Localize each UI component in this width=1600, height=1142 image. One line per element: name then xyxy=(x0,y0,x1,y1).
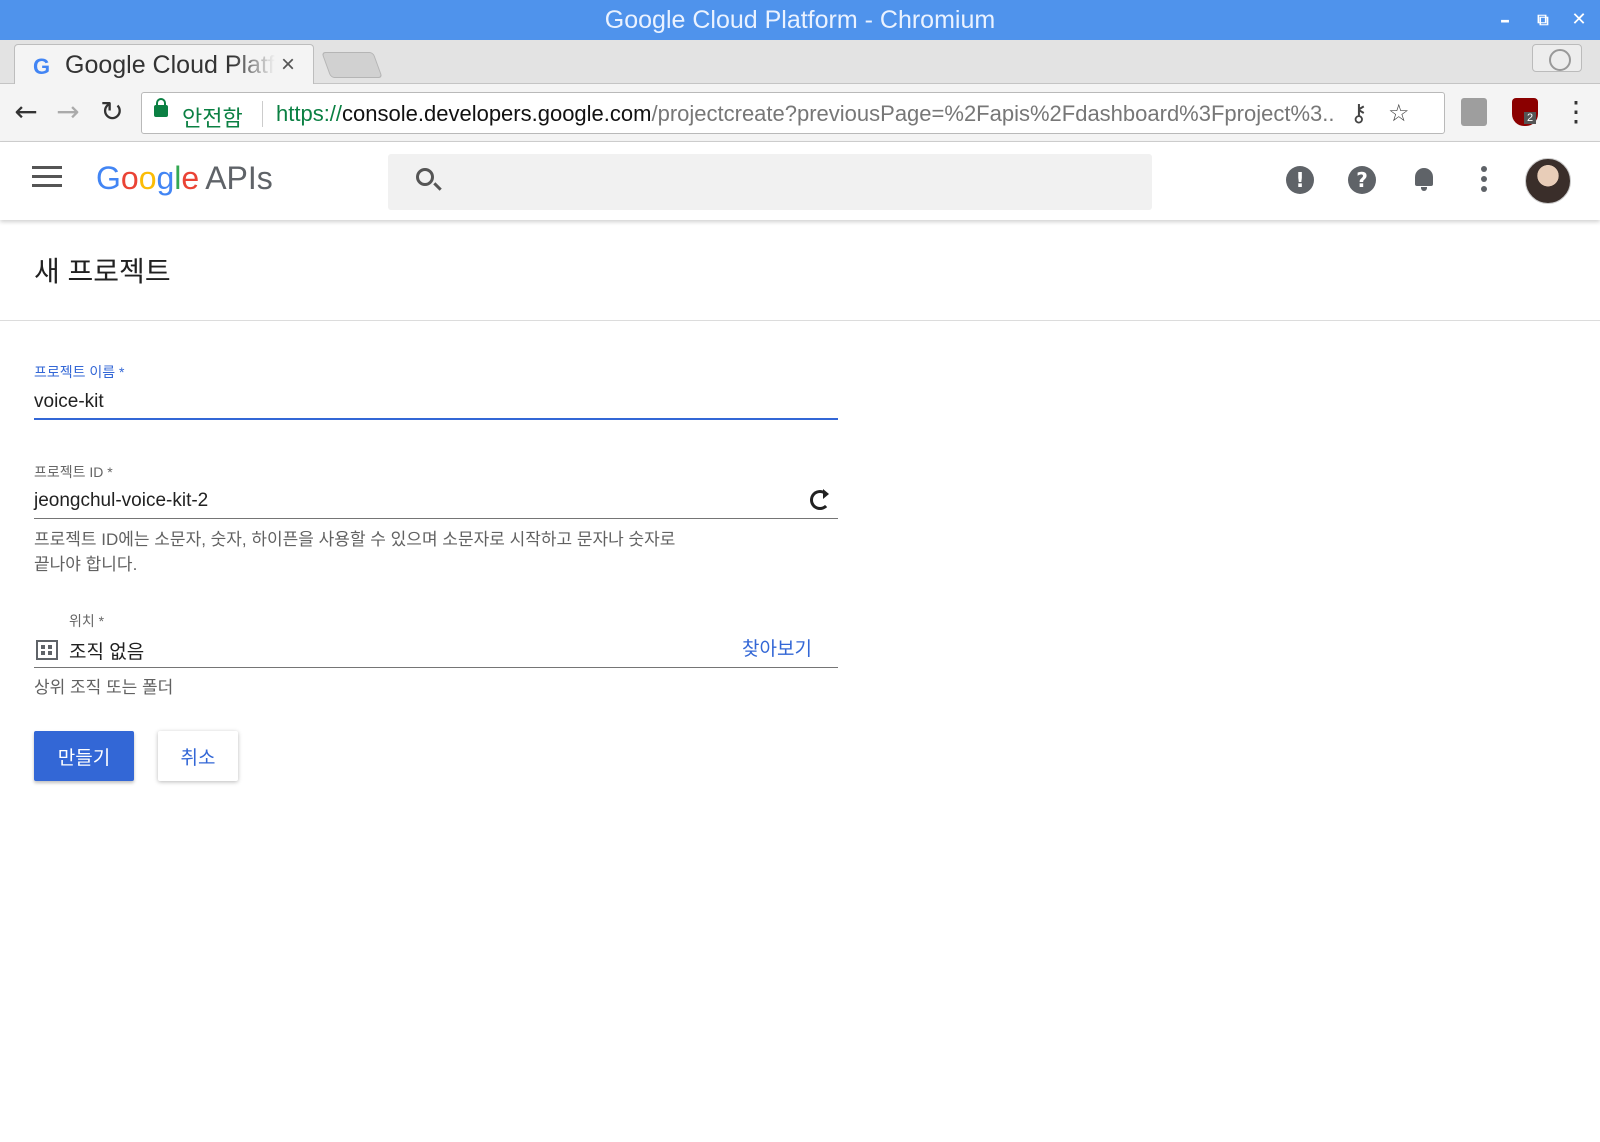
search-bar[interactable] xyxy=(388,154,1152,210)
ublock-icon[interactable]: 2 xyxy=(1512,98,1538,126)
page-title: 새 프로젝트 xyxy=(34,256,171,287)
avatar[interactable] xyxy=(1525,158,1571,204)
new-tab-button[interactable] xyxy=(321,52,383,78)
hamburger-menu-icon[interactable] xyxy=(32,166,62,190)
logo-letter: o xyxy=(120,160,139,196)
project-name-label: 프로젝트 이름 * xyxy=(34,364,125,380)
logo-letter: e xyxy=(181,160,200,196)
ublock-badge: 2 xyxy=(1524,112,1537,124)
address-bar[interactable]: 안전함 https://console.developers.google.co… xyxy=(141,92,1445,134)
url-text[interactable]: https://console.developers.google.com/pr… xyxy=(276,101,1336,127)
project-id-underline xyxy=(34,518,838,519)
google-favicon-icon: G xyxy=(33,54,51,79)
location-underline xyxy=(34,667,838,668)
app-header: Google APIs ! ? xyxy=(0,142,1600,220)
secure-label[interactable]: 안전함 xyxy=(182,101,243,133)
cancel-button[interactable]: 취소 xyxy=(158,731,238,781)
tab-title: Google Cloud Platform xyxy=(65,51,275,79)
window-title: Google Cloud Platform - Chromium xyxy=(604,6,996,34)
header-divider xyxy=(0,320,1600,321)
tab-strip: G Google Cloud Platform × xyxy=(0,40,1600,85)
reload-icon[interactable]: ↻ xyxy=(94,94,130,130)
project-name-input[interactable]: voice-kit xyxy=(34,391,104,413)
help-icon[interactable]: ? xyxy=(1348,166,1376,194)
profile-icon[interactable] xyxy=(1532,44,1582,72)
forward-icon[interactable]: → xyxy=(50,94,86,130)
url-scheme: https:// xyxy=(276,101,343,126)
lock-icon xyxy=(154,98,168,117)
project-name-underline xyxy=(34,418,838,420)
key-icon[interactable]: ⚷ xyxy=(1350,99,1368,127)
more-options-icon[interactable] xyxy=(1481,166,1487,192)
logo-suffix: APIs xyxy=(205,160,273,196)
close-window-icon[interactable]: ✕ xyxy=(1566,7,1592,33)
url-host: console.developers.google.com xyxy=(342,101,652,126)
google-apis-logo[interactable]: Google APIs xyxy=(96,160,273,197)
search-icon[interactable] xyxy=(416,168,434,186)
tab-google-cloud[interactable]: G Google Cloud Platform × xyxy=(14,44,314,85)
restore-icon[interactable]: ⧉ xyxy=(1530,7,1556,33)
minimize-icon[interactable]: – xyxy=(1492,7,1518,33)
browse-location-link[interactable]: 찾아보기 xyxy=(742,634,812,661)
omnibox-separator xyxy=(262,101,263,127)
logo-letter: G xyxy=(96,160,121,196)
bookmark-star-icon[interactable]: ☆ xyxy=(1388,99,1410,127)
project-id-helper-line2: 끝나야 합니다. xyxy=(34,555,138,574)
organization-building-icon xyxy=(36,640,58,660)
extension-h-icon[interactable] xyxy=(1461,98,1487,126)
project-id-label: 프로젝트 ID * xyxy=(34,464,113,480)
project-id-input[interactable]: jeongchul-voice-kit-2 xyxy=(34,490,208,512)
browser-toolbar: ← → ↻ 안전함 https://console.developers.goo… xyxy=(0,84,1600,142)
browser-menu-icon[interactable]: ⋮ xyxy=(1558,94,1594,130)
logo-letter: o xyxy=(138,160,157,196)
logo-letter: g xyxy=(156,160,175,196)
create-button[interactable]: 만들기 xyxy=(34,731,134,781)
search-input[interactable] xyxy=(458,164,1138,200)
notifications-bell-icon[interactable] xyxy=(1412,166,1436,192)
back-icon[interactable]: ← xyxy=(8,94,44,130)
tab-close-icon[interactable]: × xyxy=(281,51,295,79)
location-helper: 상위 조직 또는 폴더 xyxy=(34,678,174,697)
refresh-id-icon[interactable] xyxy=(808,488,832,512)
project-id-helper-line1: 프로젝트 ID에는 소문자, 숫자, 하이픈을 사용할 수 있으며 소문자로 시… xyxy=(34,530,676,549)
location-value[interactable]: 조직 없음 xyxy=(69,637,144,664)
window-titlebar: Google Cloud Platform - Chromium – ⧉ ✕ xyxy=(0,0,1600,40)
url-path: /projectcreate?previousPage=%2Fapis%2Fda… xyxy=(651,101,1336,126)
location-label: 위치 * xyxy=(69,613,105,629)
feedback-icon[interactable]: ! xyxy=(1286,166,1314,194)
